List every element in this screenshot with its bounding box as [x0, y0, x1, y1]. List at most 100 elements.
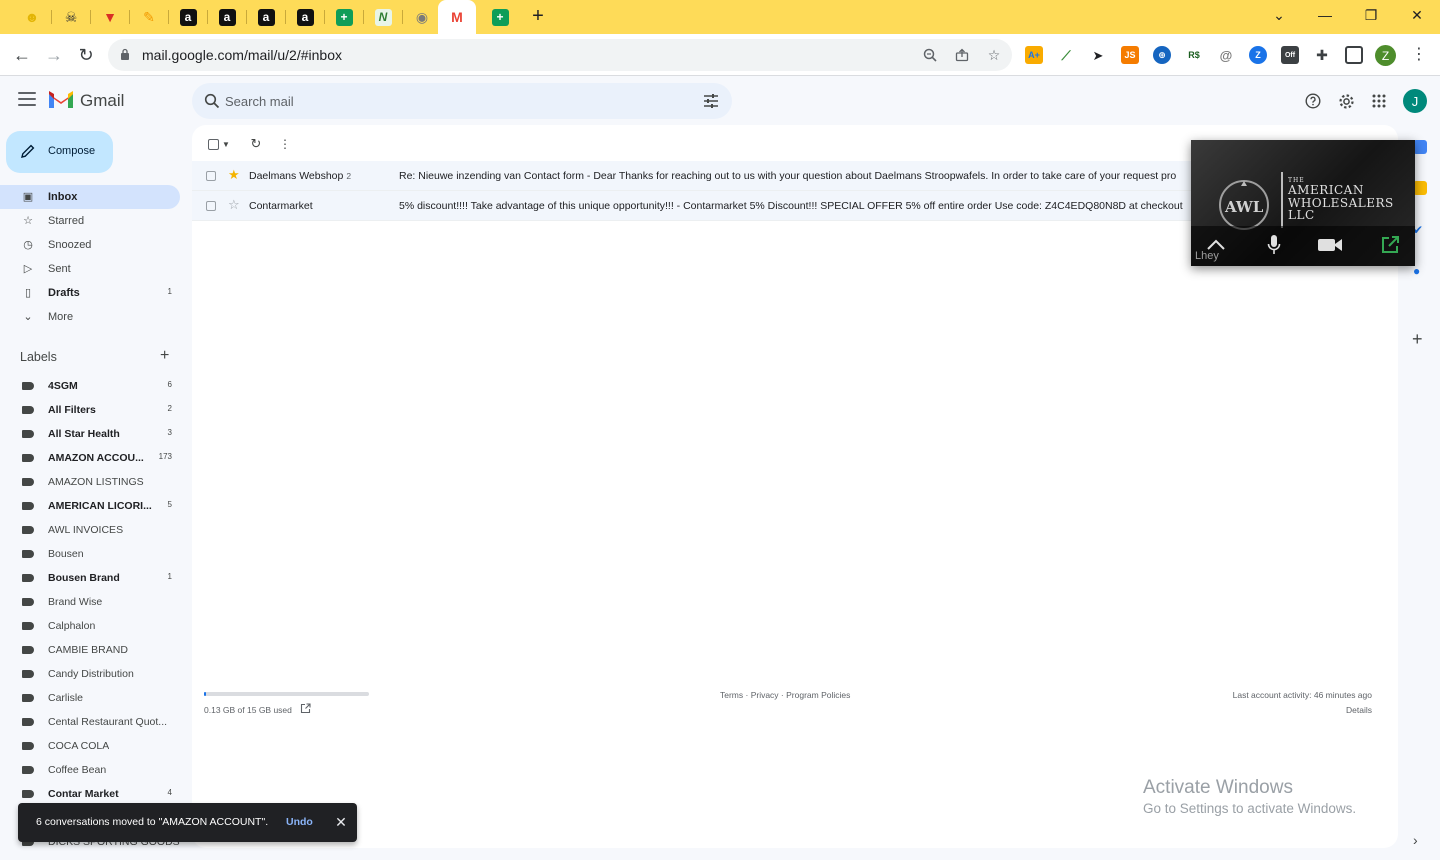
select-dropdown-icon[interactable]: ▼ — [222, 136, 230, 152]
keep-icon[interactable] — [1413, 181, 1427, 195]
browser-menu-icon[interactable]: ⋮ — [1410, 45, 1428, 65]
sidebar-item-more[interactable]: ⌄ More — [0, 305, 180, 329]
share-icon[interactable] — [952, 45, 972, 65]
browser-tab[interactable]: ▼ — [92, 4, 128, 30]
extension-js-icon[interactable]: JS — [1121, 46, 1139, 64]
label-item[interactable]: All Filters 2 — [0, 398, 180, 422]
label-item[interactable]: Cental Restaurant Quot... — [0, 710, 180, 734]
label-item[interactable]: Calphalon — [0, 614, 180, 638]
zoom-icon[interactable] — [920, 45, 940, 65]
address-bar[interactable]: mail.google.com/mail/u/2/#inbox ☆ — [108, 39, 1012, 71]
gmail-logo-icon[interactable] — [48, 90, 74, 110]
label-item[interactable]: AMAZON LISTINGS — [0, 470, 180, 494]
show-side-panel-icon[interactable]: › — [1413, 832, 1418, 848]
browser-tab[interactable]: a — [170, 4, 206, 30]
label-item[interactable]: Coffee Bean — [0, 758, 180, 782]
restore-button[interactable]: ❐ — [1357, 4, 1385, 26]
extensions-puzzle-icon[interactable]: ✚ — [1313, 46, 1331, 64]
sidebar-item-drafts[interactable]: ▯ Drafts 1 — [0, 281, 180, 305]
create-label-button[interactable]: + — [160, 348, 169, 364]
browser-tab[interactable]: ☻ — [14, 4, 50, 30]
extension-scout-icon[interactable]: A+ — [1025, 46, 1043, 64]
browser-tab[interactable]: a — [248, 4, 284, 30]
search-input[interactable]: Search mail — [225, 94, 294, 109]
reload-button[interactable]: ↻ — [74, 43, 98, 67]
browser-tab[interactable]: M — [438, 0, 476, 34]
extension-rs-icon[interactable]: R$ — [1185, 46, 1203, 64]
label-item[interactable]: COCA COLA — [0, 734, 180, 758]
help-icon[interactable] — [1303, 91, 1323, 111]
browser-tab[interactable]: a — [287, 4, 323, 30]
browser-tab[interactable]: + — [482, 4, 518, 30]
select-all-checkbox[interactable] — [206, 136, 220, 152]
apps-grid-icon[interactable] — [1369, 91, 1389, 111]
tasks-icon[interactable]: ✔ — [1413, 223, 1427, 237]
search-icon[interactable] — [204, 93, 220, 109]
row-checkbox[interactable] — [206, 171, 216, 181]
snackbar-message: 6 conversations moved to "AMAZON ACCOUNT… — [36, 816, 269, 828]
settings-gear-icon[interactable] — [1336, 91, 1356, 111]
extension-off-icon[interactable]: Off — [1281, 46, 1299, 64]
footer-policy-links[interactable]: Terms · Privacy · Program Policies — [720, 690, 850, 700]
pip-camera-icon[interactable] — [1317, 232, 1343, 258]
url-text[interactable]: mail.google.com/mail/u/2/#inbox — [142, 47, 342, 63]
extension-globe-icon[interactable]: ⊕ — [1153, 46, 1171, 64]
label-item[interactable]: Candy Distribution — [0, 662, 180, 686]
side-panel-icon[interactable] — [1345, 46, 1363, 64]
pip-microphone-icon[interactable] — [1261, 232, 1287, 258]
pip-open-external-icon[interactable] — [1377, 232, 1403, 258]
search-options-icon[interactable] — [702, 92, 720, 110]
more-actions-icon[interactable]: ⋮ — [279, 136, 291, 152]
search-bar[interactable]: Search mail — [192, 83, 732, 119]
browser-profile-avatar[interactable]: Z — [1375, 45, 1396, 66]
label-item[interactable]: AMERICAN LICORI... 5 — [0, 494, 180, 518]
label-item[interactable]: All Star Health 3 — [0, 422, 180, 446]
refresh-icon[interactable]: ↻ — [248, 136, 264, 152]
row-checkbox[interactable] — [206, 201, 216, 211]
sidebar-item-starred[interactable]: ☆ Starred — [0, 209, 180, 233]
browser-tab[interactable]: ✎ — [131, 4, 167, 30]
bookmark-star-icon[interactable]: ☆ — [984, 45, 1004, 65]
extension-pen-icon[interactable]: ⟋ — [1057, 46, 1075, 64]
get-addons-button[interactable]: + — [1412, 330, 1423, 348]
browser-tab[interactable]: a — [209, 4, 245, 30]
forward-button[interactable]: → — [42, 43, 66, 67]
unread-count: 1 — [167, 287, 172, 296]
label-item[interactable]: Bousen — [0, 542, 180, 566]
browser-tab[interactable]: ◉ — [404, 4, 440, 30]
extension-z-icon[interactable]: Z — [1249, 46, 1267, 64]
close-window-button[interactable]: ✕ — [1403, 4, 1431, 26]
extension-swirl-icon[interactable]: @ — [1217, 46, 1235, 64]
label-item[interactable]: Brand Wise — [0, 590, 180, 614]
star-icon[interactable]: ☆ — [228, 198, 240, 212]
extension-arrow-icon[interactable]: ➤ — [1089, 46, 1107, 64]
star-icon[interactable]: ★ — [228, 168, 240, 182]
sidebar-item-sent[interactable]: ▷ Sent — [0, 257, 180, 281]
tab-search-icon[interactable]: ⌄ — [1265, 4, 1293, 26]
open-storage-icon[interactable] — [300, 703, 311, 714]
label-item[interactable]: CAMBIE BRAND — [0, 638, 180, 662]
tab-separator — [363, 10, 364, 24]
label-item[interactable]: AWL INVOICES — [0, 518, 180, 542]
compose-button[interactable]: Compose — [6, 131, 113, 173]
label-item[interactable]: AMAZON ACCOU... 173 — [0, 446, 180, 470]
minimize-button[interactable]: — — [1311, 4, 1339, 26]
account-avatar[interactable]: J — [1403, 89, 1427, 113]
close-icon[interactable]: ✕ — [331, 812, 351, 832]
video-call-pip[interactable]: AWL THE AMERICAN WHOLESALERS LLC Lhey — [1191, 140, 1415, 266]
back-button[interactable]: ← — [10, 43, 34, 67]
calendar-icon[interactable] — [1413, 140, 1427, 154]
label-item[interactable]: Carlisle — [0, 686, 180, 710]
new-tab-button[interactable]: + — [528, 6, 548, 26]
browser-tab[interactable]: N — [365, 4, 401, 30]
contacts-icon[interactable]: ● — [1413, 264, 1427, 278]
sidebar-item-inbox[interactable]: ▣ Inbox — [0, 185, 180, 209]
label-item[interactable]: 4SGM 6 — [0, 374, 180, 398]
browser-tab[interactable]: + — [326, 4, 362, 30]
main-menu-icon[interactable] — [18, 92, 36, 106]
browser-tab[interactable]: ☠ — [53, 4, 89, 30]
label-item[interactable]: Bousen Brand 1 — [0, 566, 180, 590]
sidebar-item-snoozed[interactable]: ◷ Snoozed — [0, 233, 180, 257]
activity-details-link[interactable]: Details — [1346, 705, 1372, 715]
undo-button[interactable]: Undo — [286, 816, 313, 828]
